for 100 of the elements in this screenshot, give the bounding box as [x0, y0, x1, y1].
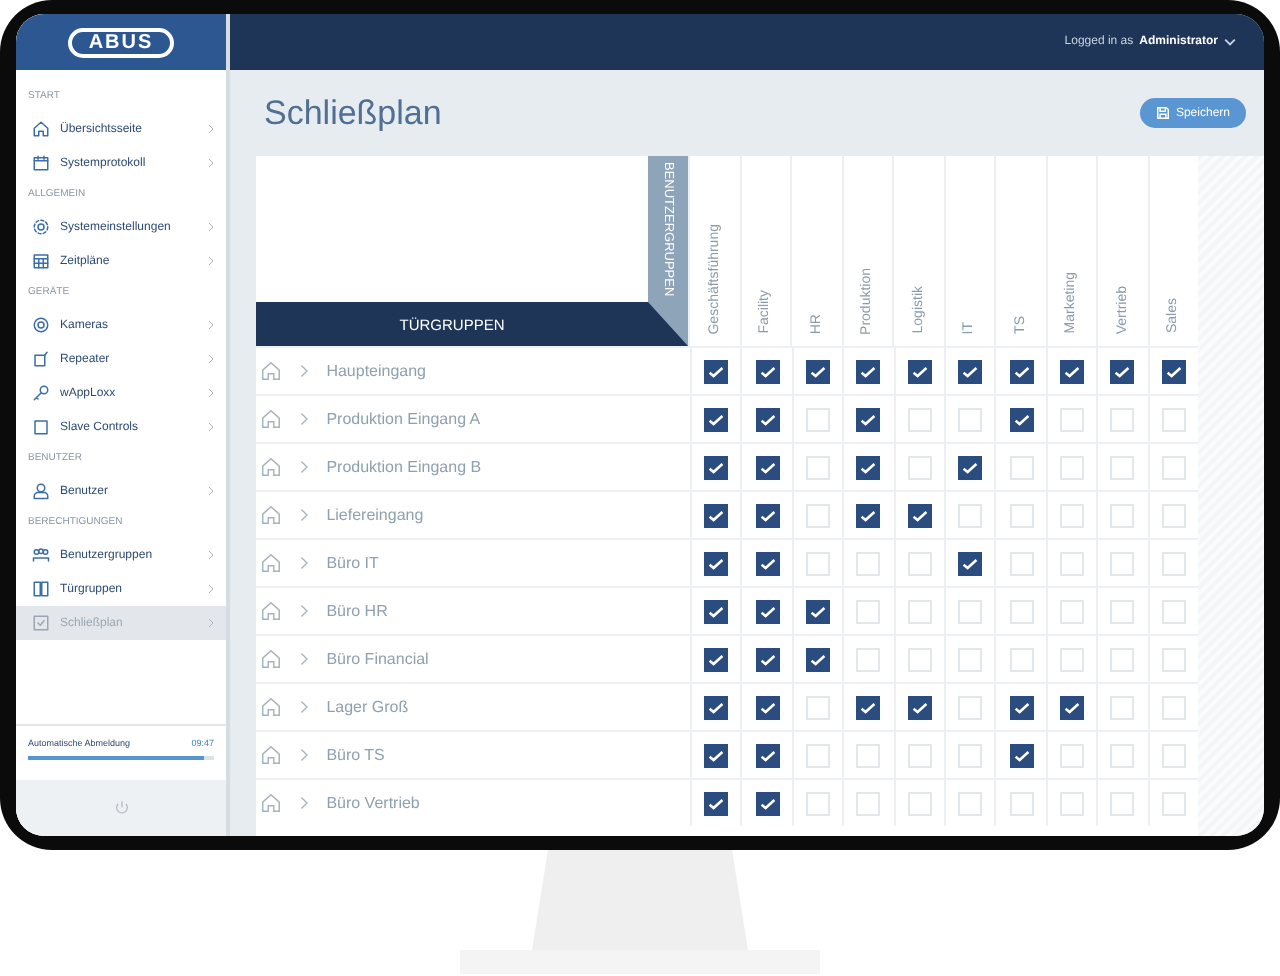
checkbox[interactable]: [755, 791, 780, 815]
chevron-down-icon: [1224, 38, 1236, 46]
checkmark-icon: [759, 653, 776, 665]
checkbox[interactable]: [704, 791, 729, 815]
checkbox[interactable]: [704, 359, 729, 383]
home-icon: [260, 456, 282, 478]
user-group-icon: [32, 546, 50, 564]
checkbox[interactable]: [1009, 743, 1034, 767]
checkbox[interactable]: [856, 455, 881, 479]
chevron-right-icon: [208, 584, 214, 594]
checkbox[interactable]: [704, 695, 729, 719]
door-icon: [32, 580, 50, 598]
chevron-right-icon: [208, 486, 214, 496]
chevron-right-icon: [300, 796, 309, 810]
home-icon: [260, 408, 282, 430]
checkbox[interactable]: [907, 359, 932, 383]
checkbox[interactable]: [755, 551, 780, 575]
checkbox[interactable]: [704, 647, 729, 671]
checkmark-icon: [759, 365, 776, 377]
checkbox[interactable]: [704, 455, 729, 479]
door-group-name: Produktion Eingang A: [326, 410, 481, 428]
home-icon: [260, 696, 282, 718]
home-icon: [260, 744, 282, 766]
checkmark-icon: [1063, 701, 1080, 713]
checkbox[interactable]: [856, 503, 881, 527]
checkbox[interactable]: [755, 743, 780, 767]
checkbox[interactable]: [856, 695, 881, 719]
checkmark-icon: [708, 749, 725, 761]
checkbox[interactable]: [856, 359, 881, 383]
checkbox[interactable]: [806, 359, 831, 383]
checkmark-icon: [962, 461, 979, 473]
checkbox[interactable]: [704, 599, 729, 623]
checkbox[interactable]: [755, 359, 780, 383]
checkmark-icon: [810, 653, 827, 665]
checkmark-icon: [708, 605, 725, 617]
checkbox[interactable]: [958, 359, 983, 383]
checkbox[interactable]: [755, 695, 780, 719]
checkbox[interactable]: [1009, 695, 1034, 719]
chevron-right-icon: [208, 354, 214, 364]
device-icon: [32, 350, 50, 368]
chevron-right-icon: [300, 748, 309, 762]
checkmark-icon: [911, 701, 928, 713]
checkmark-icon: [1013, 365, 1030, 377]
chevron-right-icon: [208, 422, 214, 432]
checkbox[interactable]: [958, 455, 983, 479]
checkmark-icon: [860, 509, 877, 521]
chevron-right-icon: [300, 556, 309, 570]
checkbox[interactable]: [1161, 359, 1186, 383]
door-group-name: Büro IT: [326, 554, 379, 572]
checkbox[interactable]: [704, 407, 729, 431]
home-icon: [260, 552, 282, 574]
checkbox[interactable]: [856, 407, 881, 431]
checkbox[interactable]: [755, 647, 780, 671]
checkbox-icon: [32, 614, 50, 632]
checkmark-icon: [860, 413, 877, 425]
checkbox[interactable]: [806, 599, 831, 623]
checkbox[interactable]: [806, 647, 831, 671]
checkmark-icon: [911, 509, 928, 521]
checkmark-icon: [810, 605, 827, 617]
checkbox[interactable]: [755, 455, 780, 479]
checkbox[interactable]: [755, 407, 780, 431]
checkbox[interactable]: [1009, 359, 1034, 383]
checkmark-icon: [1013, 701, 1030, 713]
checkmark-icon: [708, 509, 725, 521]
settings-icon: [32, 218, 50, 236]
chevron-right-icon: [208, 124, 214, 134]
checkbox[interactable]: [1059, 695, 1084, 719]
checkbox[interactable]: [907, 503, 932, 527]
chevron-right-icon: [208, 320, 214, 330]
page-title: Schließplan: [264, 93, 442, 133]
checkbox[interactable]: [958, 551, 983, 575]
checkbox[interactable]: [1009, 407, 1034, 431]
checkbox[interactable]: [704, 551, 729, 575]
checkbox[interactable]: [704, 503, 729, 527]
checkmark-icon: [759, 797, 776, 809]
checkmark-icon: [1165, 365, 1182, 377]
checkbox[interactable]: [1110, 359, 1135, 383]
checkmark-icon: [708, 365, 725, 377]
checkbox[interactable]: [907, 695, 932, 719]
chevron-right-icon: [300, 700, 309, 714]
chevron-right-icon: [300, 460, 309, 474]
checkmark-icon: [962, 557, 979, 569]
door-group-name: Liefereingang: [326, 506, 424, 524]
power-icon[interactable]: [113, 800, 129, 816]
chevron-right-icon: [208, 222, 214, 232]
checkmark-icon: [759, 557, 776, 569]
panel-icon: [32, 418, 50, 436]
checkmark-icon: [759, 509, 776, 521]
checkmark-icon: [708, 797, 725, 809]
door-group-name: Büro Vertrieb: [326, 794, 420, 812]
checkbox[interactable]: [1059, 359, 1084, 383]
checkmark-icon: [759, 413, 776, 425]
door-group-name: Büro HR: [326, 602, 388, 620]
checkbox[interactable]: [704, 743, 729, 767]
checkmark-icon: [962, 365, 979, 377]
checkbox[interactable]: [755, 599, 780, 623]
checkbox[interactable]: [755, 503, 780, 527]
chevron-right-icon: [208, 158, 214, 168]
door-group-name: Haupteingang: [326, 362, 427, 380]
chevron-right-icon: [300, 652, 309, 666]
